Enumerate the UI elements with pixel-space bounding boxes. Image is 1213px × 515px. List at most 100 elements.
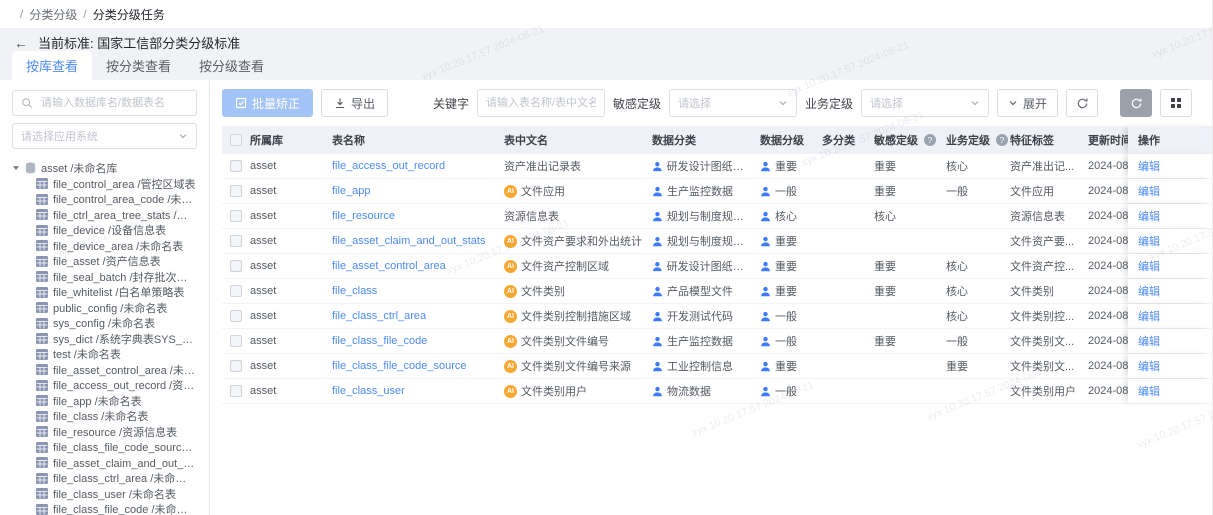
tree-root-database[interactable]: asset /未命名库 (12, 159, 197, 176)
tree-item-table[interactable]: sys_dict /系统字典表SYS_DICT (12, 331, 197, 347)
cell-database: asset (250, 204, 332, 228)
sidebar-search-input[interactable] (39, 96, 188, 110)
person-icon (760, 336, 771, 347)
cell-data-category: 开发测试代码 (652, 304, 760, 328)
back-arrow-icon[interactable]: ← (14, 36, 28, 50)
tree-item-table[interactable]: file_access_out_record /资产准出记... (12, 378, 197, 394)
table-row: asset file_class AI 文件类别 产品模型文件 (222, 279, 1212, 304)
tree-item-table[interactable]: file_asset_claim_and_out_stats /未... (12, 455, 197, 471)
card-view-toggle-button[interactable] (1160, 89, 1192, 117)
tree-item-table[interactable]: file_control_area /管控区域表 (12, 176, 197, 192)
table-name-link[interactable]: file_asset_control_area (332, 260, 446, 272)
tree-item-table[interactable]: file_whitelist /白名单策略表 (12, 285, 197, 301)
table-name-link[interactable]: file_class_file_code_source (332, 360, 467, 372)
tree-item-table[interactable]: file_class_file_code /未命名表 (12, 502, 197, 515)
tree-item-table[interactable]: file_class /未命名表 (12, 409, 197, 425)
person-icon (652, 386, 663, 397)
list-view-toggle-button[interactable] (1120, 89, 1152, 117)
table-name-link[interactable]: file_class (332, 285, 377, 297)
table-name-link[interactable]: file_app (332, 185, 371, 197)
edit-link[interactable]: 编辑 (1138, 333, 1160, 349)
refresh-button[interactable] (1066, 89, 1098, 117)
tree-item-table[interactable]: file_asset_control_area /未命名表 (12, 362, 197, 378)
person-icon (760, 211, 771, 222)
tree-item-table[interactable]: file_device_area /未命名表 (12, 238, 197, 254)
breadcrumb: / 分类分级 / 分类分级任务 (0, 0, 1212, 28)
tab-by-database[interactable]: 按库查看 (12, 51, 92, 80)
edit-link[interactable]: 编辑 (1138, 158, 1160, 174)
select-all-checkbox[interactable] (230, 134, 242, 146)
row-checkbox[interactable] (230, 185, 242, 197)
tree-item-table[interactable]: file_seal_batch /封存批次信息表 (... (12, 269, 197, 285)
cell-feature-tag: 文件类别文... (1010, 354, 1088, 378)
tree-item-table[interactable]: file_asset /资产信息表 (12, 254, 197, 270)
tree-item-table[interactable]: public_config /未命名表 (12, 300, 197, 316)
row-checkbox[interactable] (230, 235, 242, 247)
row-checkbox[interactable] (230, 385, 242, 397)
tab-by-category[interactable]: 按分类查看 (92, 51, 185, 80)
keyword-input[interactable] (477, 89, 605, 117)
data-level-text: 一般 (775, 333, 797, 349)
tree-item-table[interactable]: file_class_ctrl_area /未命名表 (12, 471, 197, 487)
row-checkbox[interactable] (230, 260, 242, 272)
row-checkbox[interactable] (230, 310, 242, 322)
tree-item-table[interactable]: file_ctrl_area_tree_stats /管控区域... (12, 207, 197, 223)
cell-updated-time: 2024-08 (1088, 279, 1128, 303)
edit-link[interactable]: 编辑 (1138, 233, 1160, 249)
cell-multi-category (822, 154, 874, 178)
edit-link[interactable]: 编辑 (1138, 308, 1160, 324)
tree-item-table[interactable]: file_resource /资源信息表 (12, 424, 197, 440)
cell-cn-name: AI 文件应用 (504, 179, 652, 203)
tree-item-table[interactable]: test /未命名表 (12, 347, 197, 363)
tree-item-label: file_class /未命名表 (53, 409, 148, 425)
tree-item-table[interactable]: file_app /未命名表 (12, 393, 197, 409)
cn-name-text: 文件类别文件编号 (521, 333, 609, 349)
table-name-link[interactable]: file_resource (332, 210, 395, 222)
tab-by-level[interactable]: 按分级查看 (185, 51, 278, 80)
export-button[interactable]: 导出 (321, 89, 388, 117)
tree-item-label: file_control_area /管控区域表 (53, 176, 195, 192)
info-icon[interactable]: ? (924, 134, 936, 146)
sensitive-level-select[interactable]: 请选择 (669, 89, 797, 117)
tree-item-table[interactable]: file_class_file_code_source /未命名表 (12, 440, 197, 456)
edit-link[interactable]: 编辑 (1138, 383, 1160, 399)
table-name-link[interactable]: file_access_out_record (332, 160, 445, 172)
table-icon (36, 194, 48, 205)
cell-multi-category (822, 254, 874, 278)
edit-link[interactable]: 编辑 (1138, 283, 1160, 299)
edit-link[interactable]: 编辑 (1138, 208, 1160, 224)
business-level-select[interactable]: 请选择 (861, 89, 989, 117)
breadcrumb-item-classification[interactable]: 分类分级 (29, 6, 77, 23)
tree-item-table[interactable]: sys_config /未命名表 (12, 316, 197, 332)
sidebar-search (12, 90, 197, 116)
info-icon[interactable]: ? (996, 134, 1008, 146)
table-icon (36, 271, 48, 282)
table-name-link[interactable]: file_class_user (332, 385, 405, 397)
table-name-link[interactable]: file_asset_claim_and_out_stats (332, 235, 485, 247)
tree-item-table[interactable]: file_class_user /未命名表 (12, 486, 197, 502)
data-level-text: 重要 (775, 358, 797, 374)
row-checkbox[interactable] (230, 360, 242, 372)
row-checkbox[interactable] (230, 160, 242, 172)
row-checkbox[interactable] (230, 335, 242, 347)
edit-link[interactable]: 编辑 (1138, 258, 1160, 274)
row-checkbox[interactable] (230, 285, 242, 297)
tree-item-table[interactable]: file_control_area_code /未命名表 (12, 192, 197, 208)
batch-correct-button[interactable]: 批量矫正 (222, 89, 313, 117)
sensitive-select-placeholder: 请选择 (678, 95, 711, 111)
table-name-link[interactable]: file_class_ctrl_area (332, 310, 426, 322)
edit-link[interactable]: 编辑 (1138, 183, 1160, 199)
table-name-link[interactable]: file_class_file_code (332, 335, 427, 347)
tree-item-table[interactable]: file_device /设备信息表 (12, 223, 197, 239)
chevron-down-icon (778, 98, 788, 108)
app-system-select[interactable]: 请选择应用系统 (12, 123, 197, 149)
tree-items: file_control_area /管控区域表 file_control_ar… (12, 176, 197, 515)
ai-badge-icon: AI (504, 235, 517, 248)
edit-link[interactable]: 编辑 (1138, 358, 1160, 374)
tree-item-label: file_asset_claim_and_out_stats /未... (53, 455, 197, 471)
table-icon (36, 302, 48, 313)
row-checkbox[interactable] (230, 210, 242, 222)
cn-name-text: 文件类别控制措施区域 (521, 308, 631, 324)
expand-button[interactable]: 展开 (997, 89, 1058, 117)
data-category-text: 开发测试代码 (667, 308, 733, 324)
